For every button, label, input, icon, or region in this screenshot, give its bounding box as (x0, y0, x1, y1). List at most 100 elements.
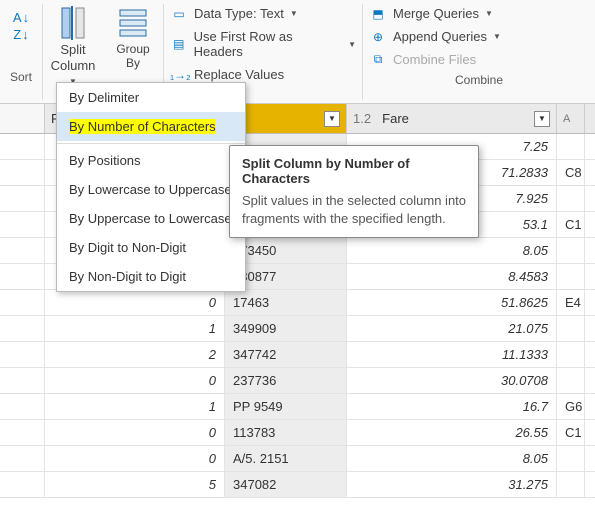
cell-parch: 2 (45, 342, 225, 367)
replace-icon: ₁→₂ (170, 68, 188, 82)
menu-item-by-number-of-characters[interactable]: By Number of Characters (57, 112, 245, 141)
cell-index (0, 134, 45, 159)
cell-index (0, 446, 45, 471)
column-header-abc[interactable]: A (557, 104, 585, 133)
sort-group: A↓ Z↓ Sort (0, 0, 42, 88)
table-row[interactable]: 0A/5. 21518.05 (0, 446, 595, 472)
sort-desc-button[interactable]: Z↓ (13, 27, 28, 42)
tooltip-title: Split Column by Number of Characters (242, 156, 466, 186)
menu-item-by-positions[interactable]: By Positions (57, 146, 245, 175)
data-type-icon: ▭ (170, 7, 188, 21)
cell-parch: 1 (45, 394, 225, 419)
menu-item-label: By Non-Digit to Digit (69, 269, 186, 284)
table-row[interactable]: 1PP 954916.7G6 (0, 394, 595, 420)
cell-c (557, 446, 585, 471)
merge-label: Merge Queries (393, 6, 479, 21)
row-index-header (0, 104, 45, 133)
cell-c (557, 238, 585, 263)
cell-ticket: 113783 (225, 420, 347, 445)
menu-item-by-delimiter[interactable]: By Delimiter (57, 83, 245, 112)
cell-index (0, 394, 45, 419)
cell-index (0, 264, 45, 289)
cell-fare: 31.275 (347, 472, 557, 497)
column-filter-button[interactable]: ▼ (324, 111, 340, 127)
cell-c: G6 (557, 394, 585, 419)
cell-parch: 1 (45, 316, 225, 341)
split-column-button[interactable]: Split Column ▼ (43, 0, 103, 92)
column-header-fare[interactable]: 1.2 Fare ▼ (347, 104, 557, 133)
cell-c (557, 316, 585, 341)
cell-c: C1 (557, 212, 585, 237)
table-row[interactable]: 011378326.55C1 (0, 420, 595, 446)
cell-c: E4 (557, 290, 585, 315)
cell-parch: 0 (45, 420, 225, 445)
table-row[interactable]: 023773630.0708 (0, 368, 595, 394)
cell-c: C8 (557, 160, 585, 185)
split-column-icon (45, 4, 101, 42)
append-queries-button[interactable]: ⊕ Append Queries ▼ (363, 25, 595, 48)
cell-ticket: A/5. 2151 (225, 446, 347, 471)
table-row[interactable]: 234774211.1333 (0, 342, 595, 368)
merge-icon: ⬒ (369, 7, 387, 21)
replace-label: Replace Values (194, 67, 284, 82)
combine-files-button[interactable]: ⧉ Combine Files (363, 48, 595, 71)
fare-type-prefix: 1.2 (353, 111, 371, 126)
cell-index (0, 420, 45, 445)
cell-c (557, 134, 585, 159)
first-row-headers-button[interactable]: ▤ Use First Row as Headers ▼ (164, 25, 362, 63)
combine-ribbon-column: ⬒ Merge Queries ▼ ⊕ Append Queries ▼ ⧉ C… (363, 0, 595, 87)
data-type-label: Data Type: Text (194, 6, 284, 21)
column-filter-button[interactable]: ▼ (534, 111, 550, 127)
headers-icon: ▤ (170, 37, 188, 51)
cell-ticket: 17463 (225, 290, 347, 315)
table-row[interactable]: 134990921.075 (0, 316, 595, 342)
combine-files-label: Combine Files (393, 52, 476, 67)
cell-index (0, 342, 45, 367)
cell-index (0, 186, 45, 211)
cell-fare: 8.05 (347, 238, 557, 263)
cell-c (557, 342, 585, 367)
cell-c (557, 472, 585, 497)
cell-ticket: PP 9549 (225, 394, 347, 419)
cell-c (557, 186, 585, 211)
group-by-icon (105, 4, 161, 42)
menu-item-label: By Number of Characters (69, 119, 216, 134)
cell-fare: 21.075 (347, 316, 557, 341)
first-row-label: Use First Row as Headers (194, 29, 342, 59)
abc-header-prefix: A (563, 113, 570, 125)
combine-group-label: Combine (363, 73, 595, 87)
menu-item-by-digit-to-non-digit[interactable]: By Digit to Non-Digit (57, 233, 245, 262)
split-column-menu: By Delimiter By Number of Characters By Po… (56, 82, 246, 292)
cell-index (0, 368, 45, 393)
sort-group-label: Sort (2, 70, 40, 84)
cell-c (557, 368, 585, 393)
cell-ticket: 237736 (225, 368, 347, 393)
menu-item-label: By Delimiter (69, 90, 139, 105)
menu-item-label: By Digit to Non-Digit (69, 240, 186, 255)
middle-ribbon-column: ▭ Data Type: Text ▼ ▤ Use First Row as H… (164, 0, 362, 86)
sort-asc-button[interactable]: A↓ (13, 10, 29, 25)
menu-item-by-lowercase-to-uppercase[interactable]: By Lowercase to Uppercase (57, 175, 245, 204)
cell-index (0, 290, 45, 315)
menu-item-by-uppercase-to-lowercase[interactable]: By Uppercase to Lowercase (57, 204, 245, 233)
fare-header-label: Fare (382, 111, 409, 126)
cell-c (557, 264, 585, 289)
menu-item-by-non-digit-to-digit[interactable]: By Non-Digit to Digit (57, 262, 245, 291)
cell-parch: 5 (45, 472, 225, 497)
cell-ticket: 349909 (225, 316, 347, 341)
cell-fare: 16.7 (347, 394, 557, 419)
table-row[interactable]: 01746351.8625E4 (0, 290, 595, 316)
cell-fare: 30.0708 (347, 368, 557, 393)
cell-fare: 8.05 (347, 446, 557, 471)
data-type-button[interactable]: ▭ Data Type: Text ▼ (164, 2, 362, 25)
tooltip: Split Column by Number of Characters Spl… (229, 145, 479, 238)
cell-index (0, 316, 45, 341)
cell-fare: 26.55 (347, 420, 557, 445)
group-by-button[interactable]: Group By (103, 0, 163, 75)
cell-parch: 0 (45, 368, 225, 393)
merge-queries-button[interactable]: ⬒ Merge Queries ▼ (363, 2, 595, 25)
cell-fare: 51.8625 (347, 290, 557, 315)
cell-index (0, 160, 45, 185)
append-icon: ⊕ (369, 30, 387, 44)
table-row[interactable]: 534708231.275 (0, 472, 595, 498)
